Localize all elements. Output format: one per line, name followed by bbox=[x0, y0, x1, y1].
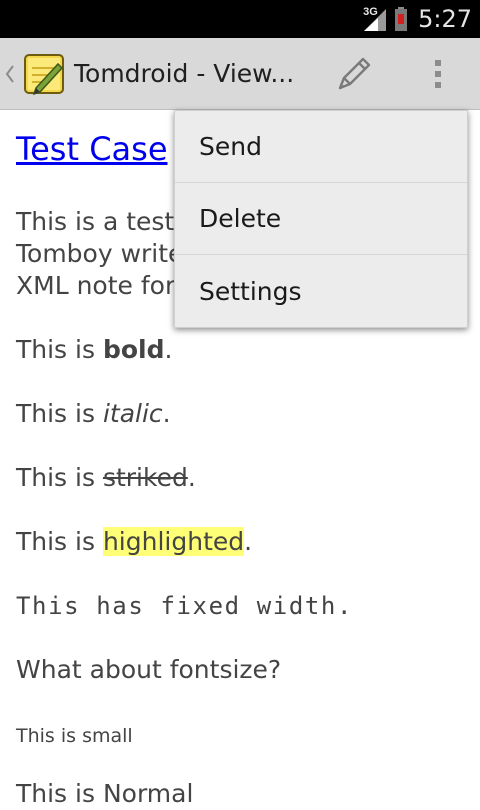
italic-paragraph: This is italic. bbox=[16, 398, 171, 430]
chevron-left-icon[interactable] bbox=[4, 62, 16, 86]
highlight-paragraph: This is highlighted. bbox=[16, 526, 252, 558]
overflow-menu: Send Delete Settings bbox=[174, 110, 468, 328]
signal-3g-icon: 3G bbox=[362, 7, 388, 31]
intro-line-2: Tomboy write bbox=[16, 239, 184, 268]
menu-item-delete[interactable]: Delete bbox=[175, 183, 467, 255]
tomdroid-note-icon[interactable] bbox=[22, 52, 66, 96]
status-bar: 3G 5:27 bbox=[0, 0, 480, 38]
app-title: Tomdroid - View... bbox=[74, 59, 295, 88]
striked-suffix: . bbox=[187, 463, 196, 492]
intro-line-1: This is a test bbox=[16, 207, 175, 236]
normal-text-paragraph: This is Normal bbox=[16, 779, 194, 808]
italic-word: italic bbox=[102, 399, 163, 428]
fixed-width-paragraph: This has fixed width. bbox=[16, 592, 354, 620]
note-title-link[interactable]: Test Case bbox=[16, 130, 168, 168]
edit-button[interactable] bbox=[328, 52, 380, 96]
intro-line-3: XML note forr bbox=[16, 271, 186, 300]
menu-item-send[interactable]: Send bbox=[175, 111, 467, 183]
striked-prefix: This is bbox=[16, 463, 103, 492]
highlighted-word: highlighted bbox=[102, 527, 245, 556]
network-type-label: 3G bbox=[363, 6, 378, 18]
striked-word: striked bbox=[102, 463, 188, 492]
action-bar: Tomdroid - View... bbox=[0, 38, 480, 110]
small-text-paragraph: This is small bbox=[16, 725, 133, 747]
status-icons: 3G 5:27 bbox=[362, 0, 472, 38]
intro-paragraph: This is a test Tomboy write XML note for… bbox=[16, 206, 185, 302]
bold-word: bold bbox=[102, 335, 165, 364]
striked-paragraph: This is striked. bbox=[16, 462, 196, 494]
overflow-menu-button[interactable] bbox=[418, 52, 458, 96]
highlight-suffix: . bbox=[244, 527, 253, 556]
pencil-icon bbox=[338, 57, 371, 90]
bold-paragraph: This is bold. bbox=[16, 334, 172, 366]
more-vertical-icon bbox=[435, 60, 441, 88]
fontsize-paragraph: What about fontsize? bbox=[16, 655, 282, 684]
bold-suffix: . bbox=[164, 335, 173, 364]
menu-item-settings[interactable]: Settings bbox=[175, 255, 467, 327]
italic-suffix: . bbox=[162, 399, 171, 428]
status-clock: 5:27 bbox=[418, 5, 472, 33]
battery-icon bbox=[395, 7, 408, 31]
bold-prefix: This is bbox=[16, 335, 103, 364]
italic-prefix: This is bbox=[16, 399, 103, 428]
highlight-prefix: This is bbox=[16, 527, 103, 556]
